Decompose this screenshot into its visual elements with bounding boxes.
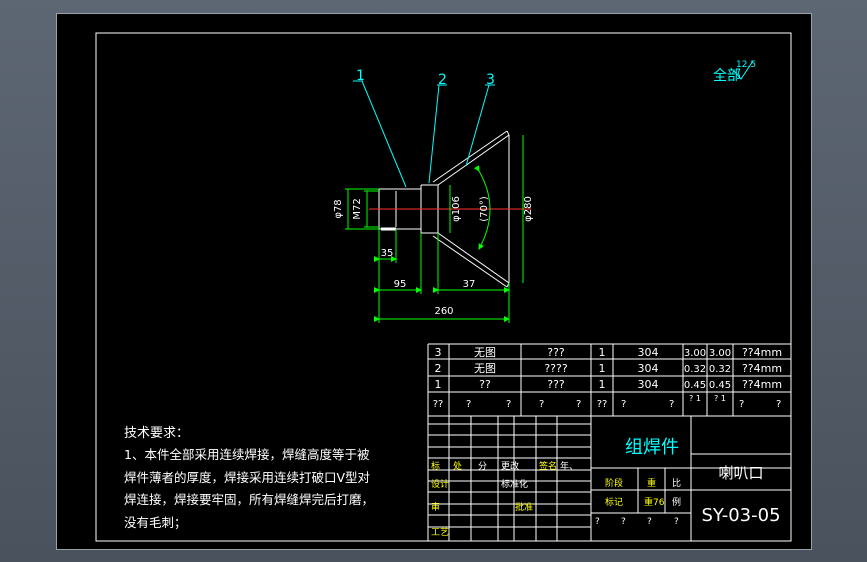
bom-cell-r1-c6: 3.00 <box>684 348 706 359</box>
dim-dia-280: φ280 <box>523 196 534 222</box>
svg-text:?: ? <box>595 517 600 527</box>
svg-text:标: 标 <box>431 460 440 472</box>
svg-text:签名: 签名 <box>539 460 557 472</box>
bom-cell-r1-c7: 3.00 <box>709 348 731 359</box>
bom-cell-r3-c8: ??4mm <box>742 378 782 391</box>
bom-cell-r2-c6: 0.32 <box>684 364 706 375</box>
svg-text:??: ?? <box>433 399 444 410</box>
bom-cell-r3-c6: 0.45 <box>684 380 706 391</box>
svg-text:年、: 年、 <box>560 460 578 472</box>
bom-cell-r3-c1: 1 <box>435 378 442 391</box>
svg-text:?: ? <box>739 399 744 410</box>
svg-text:重: 重 <box>647 477 656 489</box>
dim-angle: (70°) <box>479 196 490 222</box>
bom-cell-r3-c2: ?? <box>479 378 491 391</box>
dim-thread: M72 <box>352 198 363 219</box>
svg-text:?: ? <box>576 399 581 410</box>
tech-req-line-3: 焊连接，焊接要牢固，所有焊缝焊完后打磨， <box>124 492 374 507</box>
svg-text:设计: 设计 <box>431 478 449 490</box>
bom-cell-r2-c5: 304 <box>638 362 659 375</box>
dim-dia-78: φ78 <box>333 199 344 218</box>
leader-lines <box>353 80 495 188</box>
cad-viewport[interactable]: 全部 12.5 1 2 3 φ78 M72 φ106 (70°) φ280 35… <box>56 13 812 550</box>
dim-95: 95 <box>394 279 407 290</box>
bom-cell-r2-c8: ??4mm <box>742 362 782 375</box>
bom-cell-r2-c3: ???? <box>544 362 568 375</box>
dim-260: 260 <box>434 306 453 317</box>
bom-cell-r3-c5: 304 <box>638 378 659 391</box>
svg-text:?: ? <box>539 399 544 410</box>
drawing-number: SY-03-05 <box>701 505 780 526</box>
bom-header: ?? ? ? ? ? ?? ? ? ? 1 ? 1 ? ? <box>433 394 782 410</box>
bom-table: 3 无图??? 1 304 3.00 3.00 ??4mm2 无图???? 1 304 0.32 0.… <box>435 346 783 391</box>
svg-text:?: ? <box>466 399 471 410</box>
svg-text:?: ? <box>621 399 626 410</box>
svg-text:阶段: 阶段 <box>605 477 623 489</box>
bom-cell-r1-c4: 1 <box>599 346 606 359</box>
svg-text:?: ? <box>669 399 674 410</box>
dim-37: 37 <box>463 279 476 290</box>
tech-req-line-2: 焊件薄者的厚度，焊接采用连续打破口V型对 <box>124 470 370 485</box>
bom-cell-r1-c1: 3 <box>435 346 442 359</box>
bom-cell-r2-c2: 无图 <box>474 362 496 375</box>
svg-text:分: 分 <box>478 461 487 472</box>
bom-cell-r2-c7: 0.32 <box>709 364 731 375</box>
bom-cell-r1-c3: ??? <box>547 346 565 359</box>
svg-text:? 1: ? 1 <box>714 394 726 403</box>
drawing-canvas: 全部 12.5 1 2 3 φ78 M72 φ106 (70°) φ280 35… <box>95 32 792 542</box>
svg-text:? 1: ? 1 <box>689 394 701 403</box>
svg-text:?: ? <box>621 517 626 527</box>
svg-text:??: ?? <box>597 399 608 410</box>
bom-cell-r2-c1: 2 <box>435 362 442 375</box>
bom-cell-r3-c4: 1 <box>599 378 606 391</box>
svg-text:处: 处 <box>453 460 462 472</box>
svg-text:比: 比 <box>672 477 681 489</box>
svg-text:?: ? <box>674 517 679 527</box>
svg-text:标准化: 标准化 <box>501 478 528 490</box>
svg-text:审: 审 <box>431 501 440 513</box>
bom-cell-r3-c7: 0.45 <box>709 380 731 391</box>
svg-text:?: ? <box>647 517 652 527</box>
tech-req-line-1: 1、本件全部采用连续焊接，焊缝高度等于被 <box>124 447 370 462</box>
tech-req-line-4: 没有毛刺； <box>124 515 187 530</box>
svg-text:例: 例 <box>672 496 681 508</box>
drawing-border <box>95 32 792 542</box>
bom-cell-r2-c4: 1 <box>599 362 606 375</box>
svg-text:标记: 标记 <box>605 496 623 508</box>
svg-text:工艺: 工艺 <box>431 527 449 538</box>
balloon-2: 2 <box>438 72 447 88</box>
assembly-label: 组焊件 <box>625 437 679 458</box>
balloon-1: 1 <box>356 68 365 84</box>
part-name: 喇叭口 <box>718 464 763 482</box>
svg-text:?: ? <box>776 399 781 410</box>
svg-text:重76: 重76 <box>644 496 665 508</box>
tech-req-title: 技术要求： <box>124 426 189 441</box>
svg-text:批准: 批准 <box>515 501 533 513</box>
title-block-labels: 标 处 分 更改 签名 年、 设计 标准化 审 工艺 批准 <box>431 460 578 538</box>
bom-cell-r1-c8: ??4mm <box>742 346 782 359</box>
bom-cell-r1-c5: 304 <box>638 346 659 359</box>
dimension-lines <box>345 135 524 323</box>
balloon-3: 3 <box>486 72 495 88</box>
dim-35: 35 <box>381 248 394 259</box>
svg-text:?: ? <box>506 399 511 410</box>
bom-cell-r1-c2: 无图 <box>474 346 496 359</box>
bom-cell-r3-c3: ??? <box>547 378 565 391</box>
svg-text:更改: 更改 <box>501 460 519 472</box>
dim-dia-106: φ106 <box>451 196 462 222</box>
